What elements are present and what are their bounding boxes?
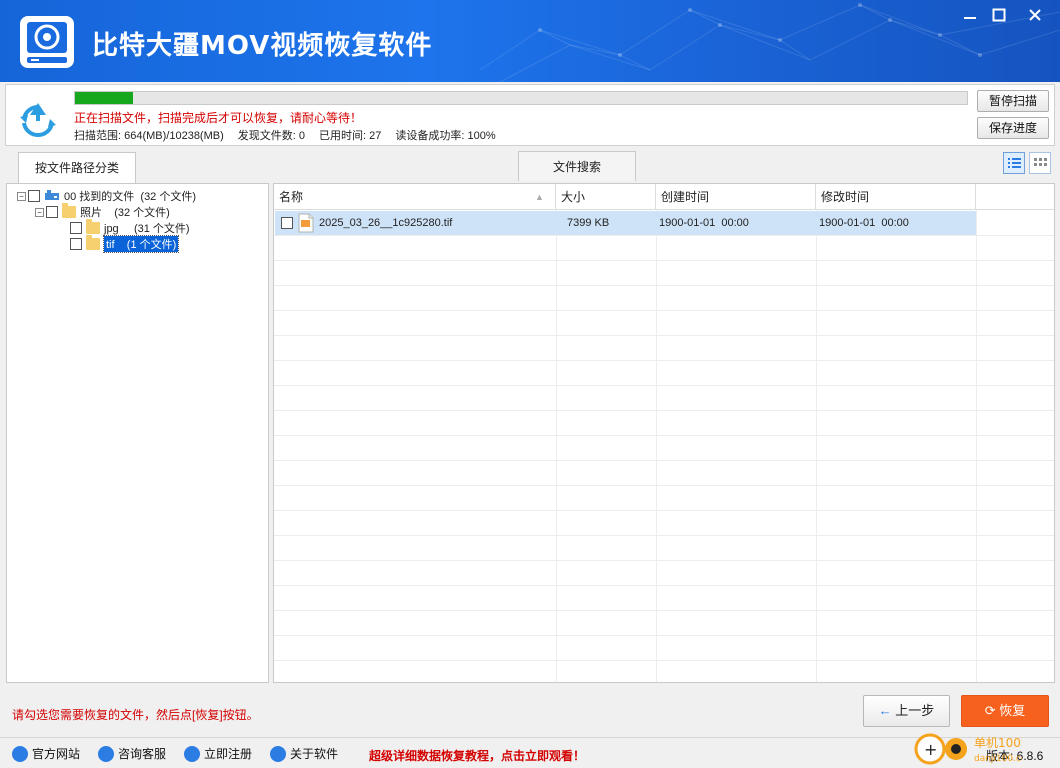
scan-stats: 扫描范围: 664(MB)/10238(MB) 发现文件数: 0 已用时间: 27 读… [74, 127, 510, 143]
grid-line [274, 235, 1054, 236]
grid-line [274, 385, 1054, 386]
grid-line [274, 435, 1054, 436]
grid-line [274, 660, 1054, 661]
grid-line [274, 260, 1054, 261]
list-header: 名称 ▲ 大小 创建时间 修改时间 [274, 184, 1054, 210]
watermark-logo: + 单机100网 danji100.com [914, 733, 1022, 765]
info-icon [270, 745, 286, 762]
app-title: 比特大疆MOV视频恢复软件 [92, 31, 433, 61]
grid-line [274, 585, 1054, 586]
grid-line [274, 510, 1054, 511]
column-header-created[interactable]: 创建时间 [656, 184, 816, 210]
tree-label-tif: tif (1 个文件) [102, 235, 180, 253]
watermark-sub: danji100.com [974, 754, 1022, 764]
column-header-name[interactable]: 名称 ▲ [274, 184, 556, 210]
save-progress-button[interactable]: 保存进度 [977, 117, 1049, 139]
tree-node-tif[interactable]: tif (1 个文件) [70, 235, 180, 253]
tree-label-photos: 照片 (32 个文件) [80, 207, 170, 219]
scan-message: 正在扫描文件，扫描完成后才可以恢复，请耐心等待！ [74, 111, 363, 125]
refresh-icon: ⟳ [984, 703, 996, 718]
watermark-text: 单机100网 [974, 736, 1022, 750]
file-checkbox[interactable] [281, 217, 293, 229]
home-icon [12, 745, 28, 762]
folder-icon [62, 203, 76, 218]
title-bar: 比特大疆MOV视频恢复软件 [0, 0, 1060, 82]
grid-line [274, 635, 1054, 636]
list-view-button[interactable] [1003, 152, 1025, 174]
link-register[interactable]: 立即注册 [184, 745, 252, 762]
file-list: 名称 ▲ 大小 创建时间 修改时间 2025_03_26__1c925280.ti… [273, 183, 1055, 683]
scan-range: 扫描范围: 664(MB)/10238(MB) [74, 130, 224, 142]
recover-hint: 请勾选您需要恢复的文件，然后点[恢复]按钮。 [12, 708, 259, 722]
scan-status-panel: 正在扫描文件，扫描完成后才可以恢复，请耐心等待！ 扫描范围: 664(MB)/1… [5, 84, 1055, 146]
grid-line [274, 335, 1054, 336]
image-file-icon [298, 213, 314, 233]
pause-scan-button[interactable]: 暂停扫描 [977, 90, 1049, 112]
tutorial-link[interactable]: 超级详细数据恢复教程，点击立即观看！ [369, 747, 585, 764]
tree-label-root: 00 找到的文件 (32 个文件) [64, 191, 197, 203]
file-name-cell: 2025_03_26__1c925280.tif [281, 211, 452, 235]
folder-icon [86, 235, 100, 250]
file-name: 2025_03_26__1c925280.tif [319, 217, 453, 229]
scan-progress-bar [74, 91, 968, 105]
column-header-size[interactable]: 大小 [556, 184, 656, 210]
back-label: 上一步 [895, 703, 935, 718]
grid-line [274, 460, 1054, 461]
column-header-modified[interactable]: 修改时间 [816, 184, 976, 210]
grid-line [274, 285, 1054, 286]
close-button[interactable] [1020, 4, 1050, 26]
tree-checkbox-photos[interactable] [46, 206, 58, 218]
svg-text:+: + [924, 740, 937, 759]
grid-line [274, 310, 1054, 311]
grid-view-button[interactable] [1029, 152, 1051, 174]
link-official-site[interactable]: 官方网站 [12, 745, 80, 762]
grid-line [274, 360, 1054, 361]
grid-line [274, 410, 1054, 411]
drive-icon [45, 190, 59, 200]
status-bar: 官方网站 咨询客服 立即注册 关于软件 超级详细数据恢复教程，点击立即观看！ 版… [0, 737, 1060, 768]
recycle-scan-icon [20, 103, 56, 138]
tree-checkbox-tif[interactable] [70, 238, 82, 250]
user-icon [184, 745, 200, 762]
link-about[interactable]: 关于软件 [270, 745, 338, 762]
link-support[interactable]: 咨询客服 [98, 745, 166, 762]
scan-progress-fill [75, 92, 133, 104]
read-rate: 读设备成功率: 100% [395, 130, 496, 142]
elapsed-time: 已用时间: 27 [319, 130, 382, 142]
collapse-toggle[interactable]: − [35, 207, 44, 217]
tree-checkbox-root[interactable] [28, 190, 40, 202]
tree-label-jpg: jpg (31 个文件) [104, 223, 190, 235]
back-button[interactable]: ← 上一步 [863, 695, 950, 727]
tree-node-root[interactable]: − 00 找到的文件 (32 个文件) [17, 188, 196, 204]
folder-icon [86, 219, 100, 234]
grid-view-icon [1034, 158, 1047, 166]
collapse-toggle[interactable]: − [17, 191, 26, 201]
recover-label: 恢复 [999, 703, 1026, 718]
grid-line [274, 610, 1054, 611]
file-size: 7399 KB [567, 217, 610, 229]
grid-line [274, 560, 1054, 561]
tree-checkbox-jpg[interactable] [70, 222, 82, 234]
app-logo-icon [20, 16, 74, 68]
file-created: 1900-01-01 00:00 [659, 217, 749, 229]
file-modified: 1900-01-01 00:00 [819, 217, 909, 229]
grid-line [274, 485, 1054, 486]
tree-node-jpg[interactable]: jpg (31 个文件) [70, 219, 190, 236]
chat-icon [98, 745, 114, 762]
tree-node-photos[interactable]: − 照片 (32 个文件) [35, 203, 170, 220]
found-count: 发现文件数: 0 [237, 130, 305, 142]
minimize-button[interactable] [955, 4, 985, 26]
arrow-left-icon: ← [878, 703, 892, 718]
recover-button[interactable]: ⟳ 恢复 [961, 695, 1049, 727]
tab-file-search[interactable]: 文件搜索 [518, 151, 636, 181]
grid-line [274, 535, 1054, 536]
tab-by-path[interactable]: 按文件路径分类 [18, 152, 136, 183]
list-view-icon [1008, 158, 1021, 168]
folder-tree: − 00 找到的文件 (32 个文件) − 照片 (32 个文件) jpg (3… [6, 183, 269, 683]
maximize-button[interactable] [984, 4, 1014, 26]
